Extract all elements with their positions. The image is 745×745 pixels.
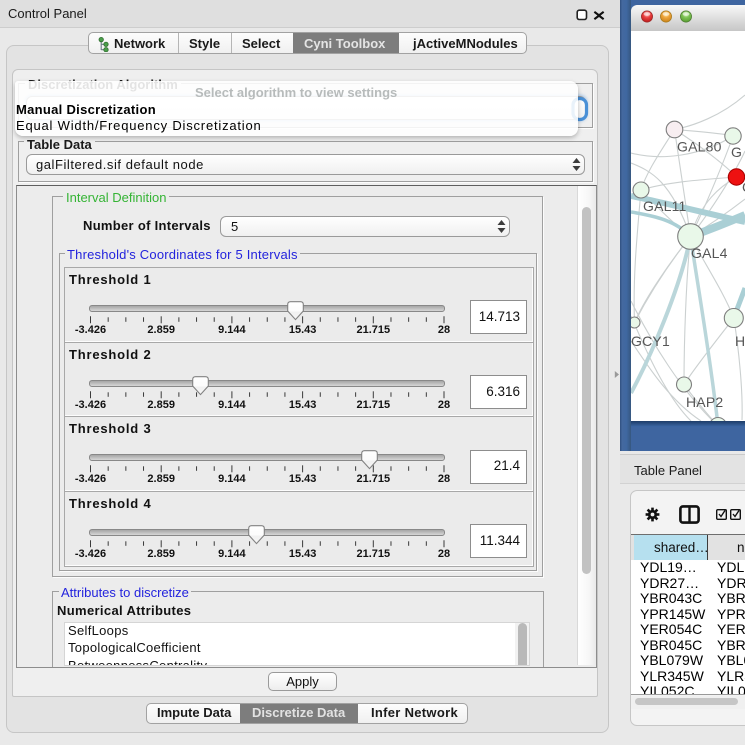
svg-text:G: G (731, 144, 742, 160)
svg-text:GCY1: GCY1 (631, 333, 670, 349)
svg-text:GAL4: GAL4 (691, 245, 728, 261)
svg-text:HAP2: HAP2 (686, 394, 723, 410)
svg-text:GAL80: GAL80 (677, 139, 722, 155)
svg-text:GAL11: GAL11 (643, 198, 687, 214)
svg-text:H: H (735, 333, 745, 349)
